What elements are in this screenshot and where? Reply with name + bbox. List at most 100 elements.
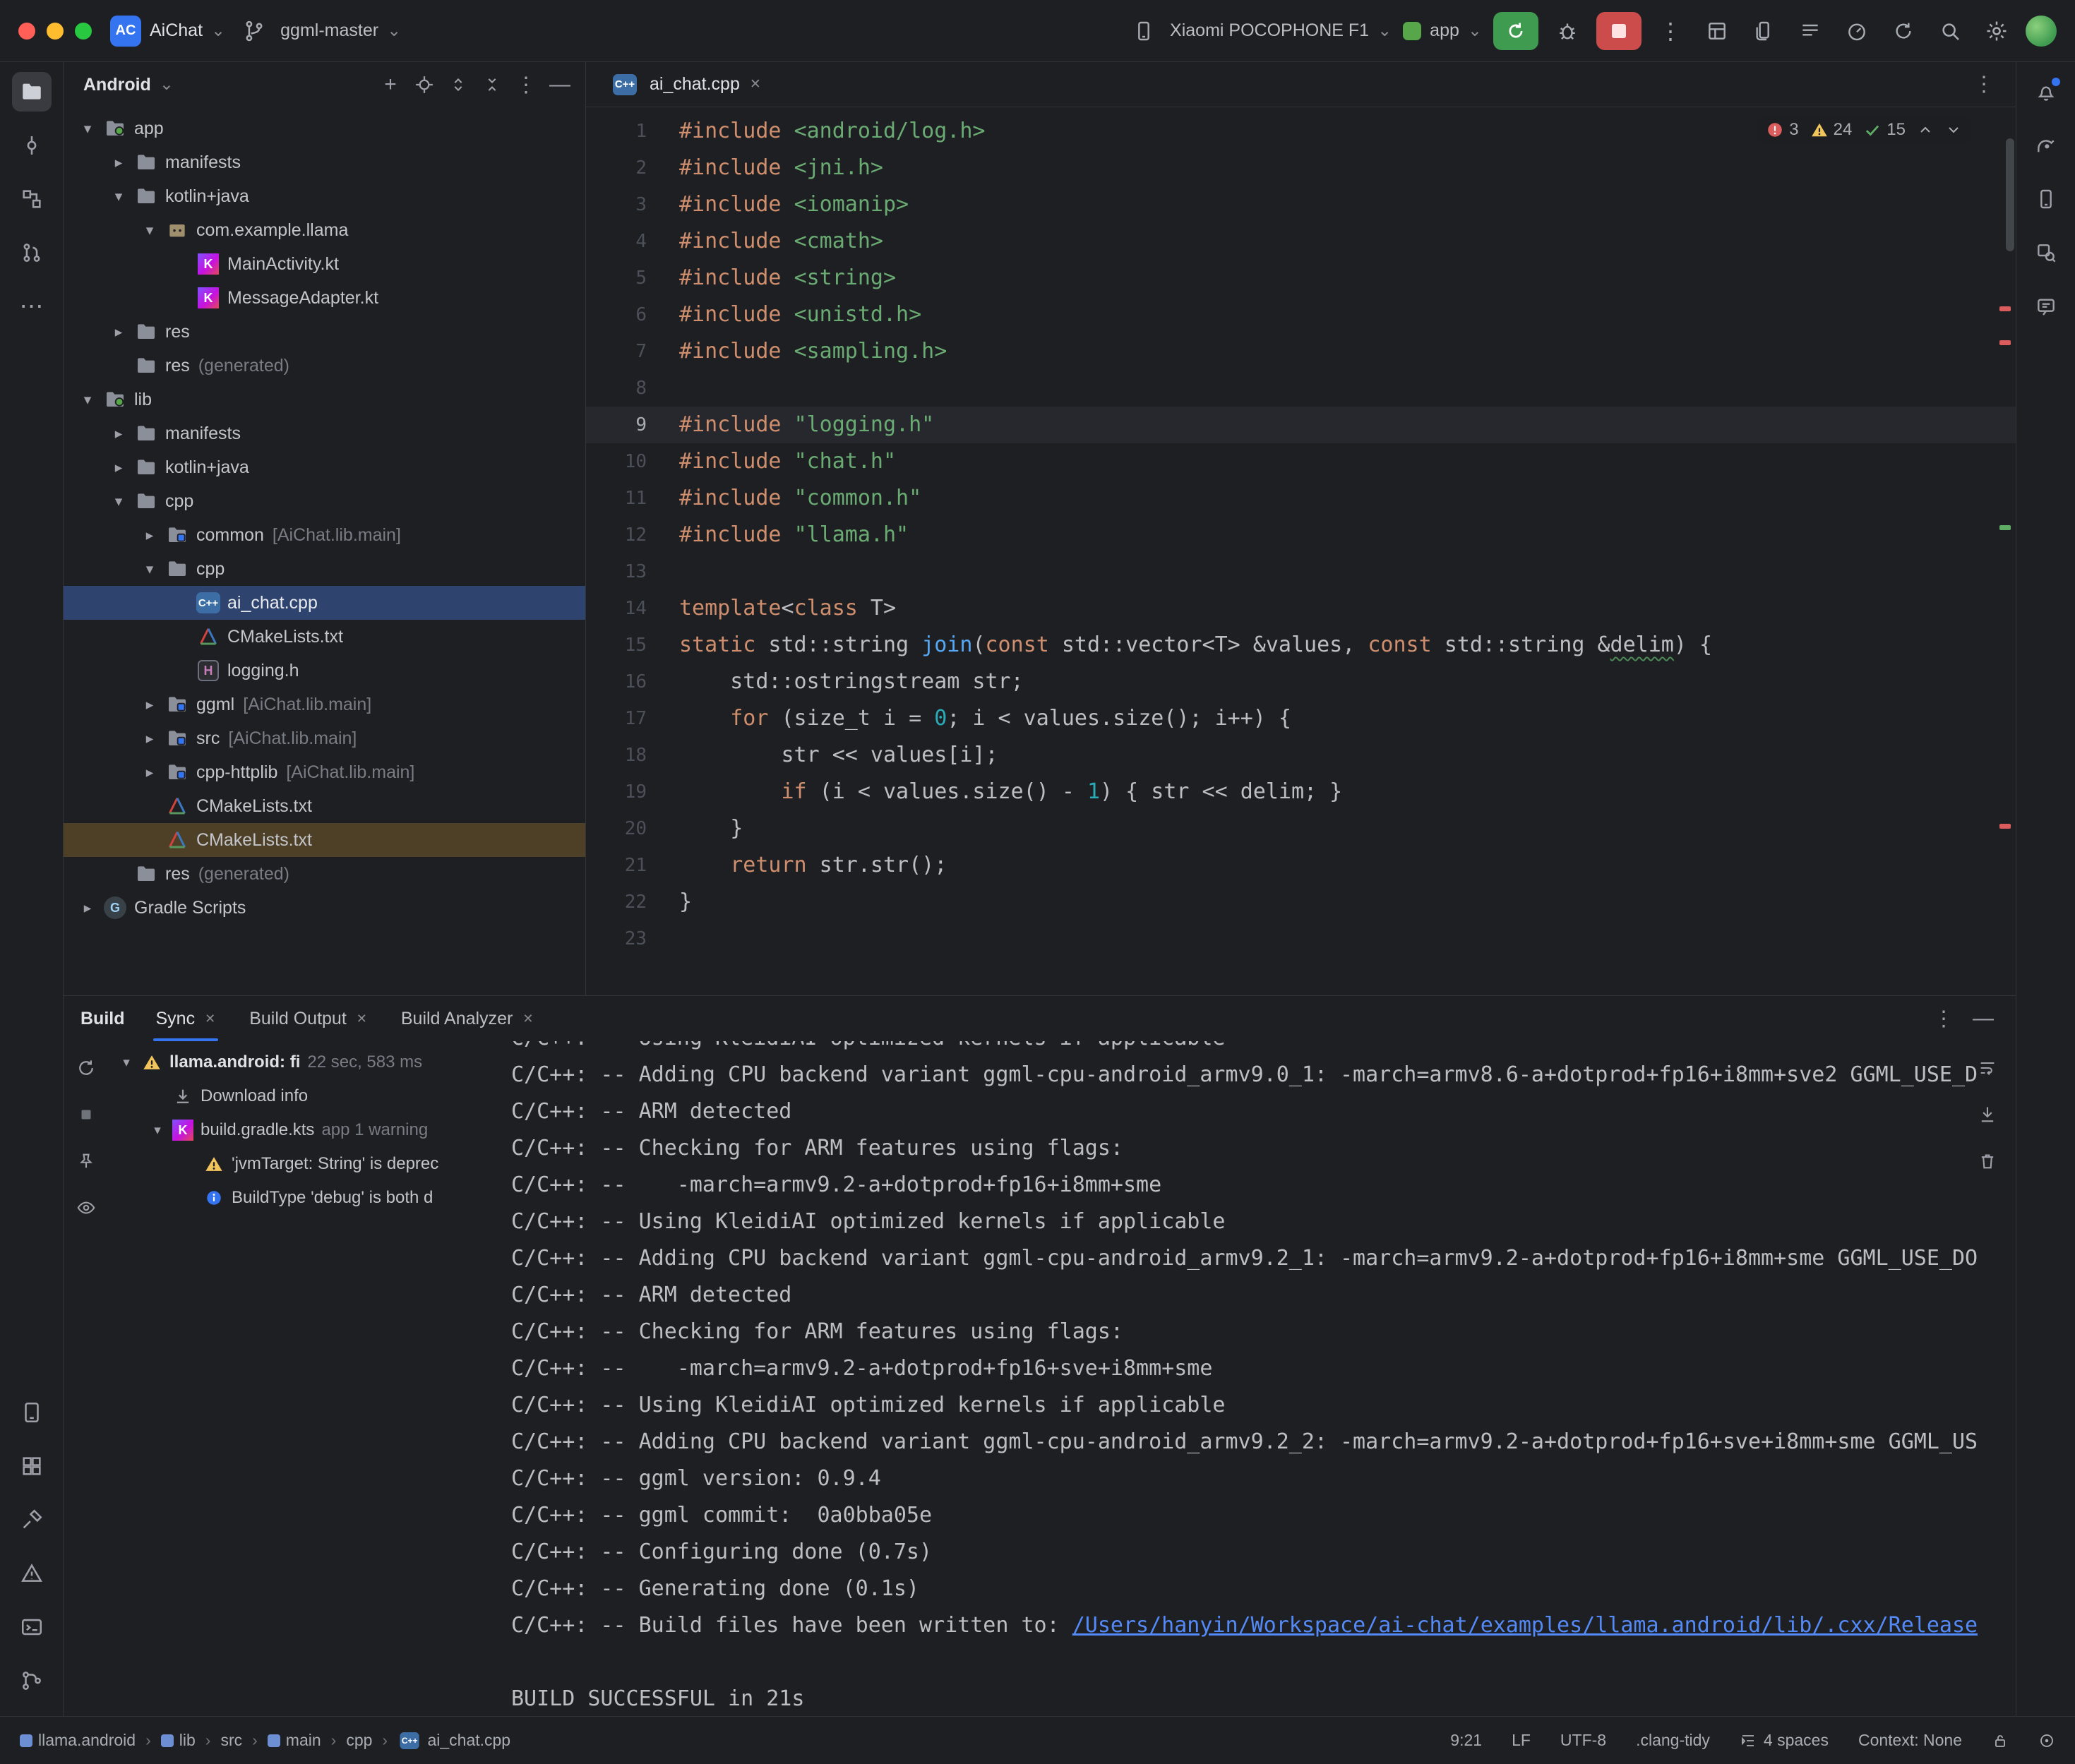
chevron-down-icon[interactable]: ▾ <box>114 1055 138 1071</box>
window-close-button[interactable] <box>18 23 35 40</box>
version-control-tool-button[interactable] <box>12 1661 52 1700</box>
debug-button[interactable] <box>1550 13 1585 49</box>
filter-eye-icon[interactable] <box>71 1192 102 1223</box>
app-inspection-tool-button[interactable] <box>2026 233 2066 272</box>
tree-item-cpp-httplib[interactable]: ▸cpp-httplib[AiChat.lib.main] <box>64 755 585 789</box>
chevron-right-icon[interactable]: ▸ <box>137 730 162 748</box>
errors-count-badge[interactable]: 3 <box>1766 120 1798 140</box>
previous-problem-button[interactable] <box>1917 121 1934 138</box>
error-stripe-mark[interactable] <box>1999 824 2011 829</box>
code-line-4[interactable]: 4#include <cmath> <box>586 223 2016 260</box>
chevron-down-icon[interactable]: ▾ <box>137 222 162 239</box>
tree-item-gradle-scripts[interactable]: ▸GGradle Scripts <box>64 891 585 925</box>
project-view-title[interactable]: Android <box>83 75 151 95</box>
notifications-bell-button[interactable] <box>2026 72 2066 112</box>
chevron-right-icon[interactable]: ▸ <box>137 696 162 714</box>
console-file-link[interactable]: /Users/hanyin/Workspace/ai-chat/examples… <box>1072 1613 1978 1638</box>
code-line-7[interactable]: 7#include <sampling.h> <box>586 333 2016 370</box>
breadcrumb-cpp[interactable]: cpp <box>346 1731 372 1750</box>
error-stripe-mark[interactable] <box>1999 340 2011 345</box>
editor-scrollbar-thumb[interactable] <box>2006 138 2014 251</box>
code-line-15[interactable]: 15static std::string join(const std::vec… <box>586 627 2016 664</box>
tree-item-messageadapter-kt[interactable]: KMessageAdapter.kt <box>64 281 585 315</box>
chevron-right-icon[interactable]: ▸ <box>106 323 131 341</box>
stop-button[interactable] <box>1596 12 1642 50</box>
run-config-selector[interactable]: app ⌄ <box>1403 20 1482 41</box>
tree-item-app[interactable]: ▾app <box>64 112 585 145</box>
tree-item-common[interactable]: ▸common[AiChat.lib.main] <box>64 518 585 552</box>
layout-inspector-icon[interactable] <box>1699 13 1735 49</box>
chevron-down-icon[interactable]: ▾ <box>137 560 162 578</box>
tree-item-logging-h[interactable]: Hlogging.h <box>64 654 585 688</box>
code-line-9[interactable]: 9#include "logging.h" <box>586 407 2016 443</box>
panel-options-button[interactable]: ⋮ <box>510 69 542 100</box>
commit-tool-button[interactable] <box>12 126 52 165</box>
hide-build-panel-button[interactable]: — <box>1968 1003 1999 1034</box>
breadcrumb-llama-android[interactable]: llama.android <box>20 1731 136 1750</box>
locate-file-button[interactable] <box>409 69 440 100</box>
close-tab-icon[interactable]: ✕ <box>357 1012 367 1026</box>
code-line-10[interactable]: 10#include "chat.h" <box>586 443 2016 480</box>
close-tab-icon[interactable]: ✕ <box>205 1012 215 1026</box>
tree-item-mainactivity-kt[interactable]: KMainActivity.kt <box>64 247 585 281</box>
build-tab-build-analyzer[interactable]: Build Analyzer✕ <box>398 996 537 1041</box>
inspections-widget[interactable]: 3 24 15 <box>1757 116 1971 144</box>
logcat-icon[interactable] <box>1793 13 1828 49</box>
hide-panel-button[interactable]: — <box>544 69 575 100</box>
editor-tab-ai-chat-cpp[interactable]: C++ ai_chat.cpp ✕ <box>597 62 774 107</box>
clear-console-button[interactable] <box>1972 1146 2003 1177</box>
warnings-count-badge[interactable]: 24 <box>1810 120 1853 140</box>
expand-all-button[interactable] <box>443 69 474 100</box>
running-devices-tool-button[interactable] <box>12 1393 52 1432</box>
build-tree-item-build-gradle-kts[interactable]: ▾Kbuild.gradle.ktsapp 1 warning <box>109 1113 504 1147</box>
code-line-6[interactable]: 6#include <unistd.h> <box>586 296 2016 333</box>
code-line-21[interactable]: 21 return str.str(); <box>586 847 2016 884</box>
tree-item-cpp[interactable]: ▾cpp <box>64 552 585 586</box>
breadcrumb-lib[interactable]: lib <box>161 1731 196 1750</box>
code-line-3[interactable]: 3#include <iomanip> <box>586 186 2016 223</box>
device-mirroring-icon[interactable] <box>1746 13 1781 49</box>
code-line-22[interactable]: 22} <box>586 884 2016 920</box>
chevron-down-icon[interactable]: ▾ <box>75 120 100 138</box>
profiler-icon[interactable] <box>1839 13 1874 49</box>
tree-item-com-example-llama[interactable]: ▾com.example.llama <box>64 213 585 247</box>
assistant-tool-button[interactable] <box>2026 287 2066 326</box>
window-minimize-button[interactable] <box>47 23 64 40</box>
device-manager-tool-button[interactable] <box>2026 179 2066 219</box>
stop-sync-button[interactable] <box>71 1099 102 1130</box>
device-selector[interactable]: Xiaomi POCOPHONE F1 ⌄ <box>1126 13 1392 49</box>
tree-item-res[interactable]: res(generated) <box>64 349 585 383</box>
structure-tool-button[interactable] <box>12 179 52 219</box>
chevron-right-icon[interactable]: ▸ <box>137 764 162 781</box>
build-tool-button[interactable] <box>12 1500 52 1540</box>
tree-item-lib[interactable]: ▾lib <box>64 383 585 416</box>
window-zoom-button[interactable] <box>75 23 92 40</box>
more-actions-button[interactable]: ⋮ <box>1653 13 1688 49</box>
profile-avatar[interactable] <box>2026 16 2057 47</box>
build-panel-title[interactable]: Build <box>80 1009 125 1029</box>
chevron-right-icon[interactable]: ▸ <box>106 154 131 172</box>
code-line-11[interactable]: 11#include "common.h" <box>586 480 2016 517</box>
collapse-all-button[interactable] <box>477 69 508 100</box>
editor-tab-options-button[interactable]: ⋮ <box>1963 72 2004 97</box>
chevron-down-icon[interactable]: ▾ <box>145 1122 169 1139</box>
tree-item-kotlin-java[interactable]: ▸kotlin+java <box>64 450 585 484</box>
build-tree-item-llama-android-fi[interactable]: ▾llama.android: fi22 sec, 583 ms <box>109 1045 504 1079</box>
code-line-14[interactable]: 14template<class T> <box>586 590 2016 627</box>
close-tab-icon[interactable]: ✕ <box>750 76 761 92</box>
sync-project-icon[interactable] <box>1886 13 1921 49</box>
chevron-right-icon[interactable]: ▸ <box>106 459 131 476</box>
chevron-down-icon[interactable]: ▾ <box>75 391 100 409</box>
line-separator-indicator[interactable]: LF <box>1512 1731 1531 1750</box>
project-selector[interactable]: AC AiChat ⌄ <box>110 16 225 47</box>
build-console[interactable]: C/C++: -- Using KleidiAI optimized kerne… <box>504 1041 2016 1716</box>
code-line-5[interactable]: 5#include <string> <box>586 260 2016 296</box>
error-stripe-mark[interactable] <box>1999 306 2011 311</box>
tree-item-manifests[interactable]: ▸manifests <box>64 416 585 450</box>
encoding-indicator[interactable]: UTF-8 <box>1560 1731 1606 1750</box>
overview-ruler[interactable] <box>1995 107 2016 995</box>
chevron-down-icon[interactable]: ▾ <box>106 188 131 205</box>
pull-requests-tool-button[interactable] <box>12 233 52 272</box>
pin-icon[interactable] <box>71 1146 102 1177</box>
terminal-tool-button[interactable] <box>12 1607 52 1647</box>
